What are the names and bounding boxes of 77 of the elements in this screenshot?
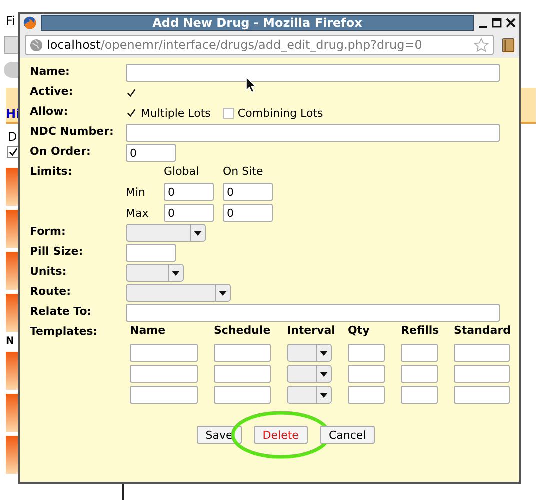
checkbox[interactable] [222, 108, 234, 118]
url-text: localhost/openemr/interface/drugs/add_edit_drug.php?drug=0 [47, 38, 424, 52]
input-field[interactable] [454, 386, 510, 404]
address-bar[interactable]: localhost/openemr/interface/drugs/add_edit_drug.php?drug=0 [25, 35, 494, 55]
field-label: Name: [30, 64, 71, 80]
input-field[interactable] [130, 386, 198, 404]
field-label: Units: [30, 264, 68, 280]
checkbox[interactable] [126, 88, 137, 98]
field-label: Allow: [30, 104, 70, 120]
input-field[interactable] [130, 365, 198, 383]
input-field[interactable] [126, 304, 500, 322]
icon-label: N [6, 336, 16, 348]
maximize-icon[interactable] [492, 18, 502, 28]
input-field[interactable] [454, 365, 510, 383]
caret-icon [172, 270, 180, 276]
menu-item[interactable]: Fi [6, 14, 16, 28]
input-field[interactable] [214, 386, 271, 404]
field-label: Pill Size: [30, 244, 84, 260]
input-field[interactable] [401, 386, 438, 404]
column-header: Name [130, 324, 167, 339]
globe-icon [30, 38, 43, 52]
input-field[interactable]: 0 [164, 183, 214, 201]
field-label: NDC Number: [30, 124, 115, 140]
input-field[interactable] [126, 124, 500, 142]
input-field[interactable] [348, 386, 385, 404]
checkbox-label: Combining Lots [238, 106, 324, 120]
column-label: On Site [223, 164, 264, 180]
input-field[interactable]: 0 [164, 204, 214, 222]
input-field[interactable] [454, 344, 510, 362]
checkbox[interactable] [7, 146, 19, 158]
input-field[interactable] [401, 365, 438, 383]
row-label: Min [126, 186, 147, 198]
back-button[interactable] [4, 62, 18, 78]
bookmark-star-icon[interactable] [474, 38, 489, 52]
column-header: Interval [287, 324, 332, 339]
input-field[interactable] [214, 344, 271, 362]
field-label: Templates: [30, 324, 99, 340]
input-field[interactable] [126, 64, 500, 82]
delete-button[interactable]: Delete [254, 426, 308, 444]
field-label: Relate To: [30, 304, 93, 320]
input-field[interactable] [348, 344, 385, 362]
field-label: Limits: [30, 164, 74, 180]
bookmarks-icon[interactable] [502, 38, 515, 52]
caret-icon [194, 230, 202, 236]
field-label: Route: [30, 284, 72, 300]
column-header: Qty [348, 324, 371, 339]
checkbox[interactable] [126, 108, 137, 118]
input-field[interactable] [126, 244, 176, 262]
input-field[interactable] [401, 344, 438, 362]
browser-logo-icon [23, 16, 37, 30]
dropdown[interactable] [287, 386, 332, 404]
mouse-cursor-icon [246, 77, 256, 93]
input-field[interactable]: 0 [223, 183, 273, 201]
column-header: Refills [401, 324, 438, 339]
input-field[interactable] [130, 344, 198, 362]
caret-icon [219, 290, 227, 296]
close-icon[interactable] [506, 18, 516, 28]
input-field[interactable]: 0 [126, 144, 176, 162]
field-label: On Order: [30, 144, 92, 160]
caret-icon [320, 372, 328, 376]
dropdown[interactable] [287, 365, 332, 383]
checkbox-label: Multiple Lots [141, 106, 211, 120]
window-title: Add New Drug - Mozilla Firefox [41, 15, 474, 31]
caret-icon [320, 350, 328, 356]
column-header: D [8, 130, 18, 144]
input-field[interactable] [214, 365, 271, 383]
field-label: Active: [30, 84, 74, 100]
column-header: Standard [454, 324, 510, 339]
form-button[interactable]: Cancel [320, 426, 376, 444]
field-label: Form: [30, 224, 67, 240]
column-label: Global [164, 164, 200, 180]
input-field[interactable] [348, 365, 385, 383]
column-header: Schedule [214, 324, 271, 339]
dropdown[interactable] [287, 344, 332, 362]
input-field[interactable]: 0 [223, 204, 273, 222]
caret-icon [320, 392, 328, 398]
row-label: Max [126, 206, 150, 220]
